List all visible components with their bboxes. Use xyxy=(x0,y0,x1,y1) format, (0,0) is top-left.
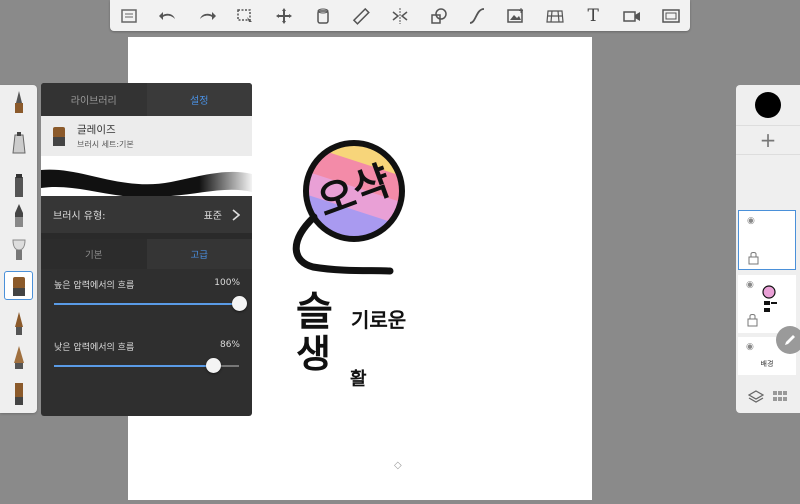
move-icon[interactable] xyxy=(269,3,299,29)
brush-watercolor-icon[interactable] xyxy=(4,234,33,263)
shape-icon[interactable] xyxy=(424,3,454,29)
chevron-right-icon xyxy=(232,208,240,221)
slider-fill xyxy=(54,303,239,305)
layer-thumbnail xyxy=(762,285,777,312)
grid-icon[interactable] xyxy=(772,390,788,404)
curve-icon[interactable] xyxy=(462,3,492,29)
color-swatch[interactable] xyxy=(755,92,781,118)
subtab-advanced[interactable]: 고급 xyxy=(146,239,252,269)
layer-item-1[interactable]: ◉ xyxy=(738,210,796,270)
add-layer-button[interactable]: + xyxy=(736,125,800,155)
bottom-handle-icon[interactable]: ◇ xyxy=(394,460,402,471)
brush-flat-icon[interactable] xyxy=(4,379,33,408)
brush-type-row[interactable]: 브러시 유형: 표준 xyxy=(41,196,252,233)
tab-settings[interactable]: 설정 xyxy=(146,83,252,116)
stroke-preview xyxy=(41,156,252,196)
redo-icon[interactable] xyxy=(192,3,222,29)
brush-name: 글레이즈 xyxy=(77,124,116,136)
background-label: 배경 xyxy=(760,360,774,368)
brush-strip xyxy=(0,85,37,413)
slider-label: 높은 압력에서의 흐름 xyxy=(54,281,135,291)
perspective-icon[interactable] xyxy=(540,3,570,29)
slider-value: 86% xyxy=(219,340,240,350)
lock-icon[interactable] xyxy=(747,251,761,265)
slider-thumb[interactable] xyxy=(232,296,247,311)
fill-icon[interactable] xyxy=(308,3,338,29)
eye-icon[interactable]: ◉ xyxy=(747,216,755,226)
settings-subtabs: 기본 고급 xyxy=(41,239,252,269)
layer-item-2[interactable]: ◉ xyxy=(738,275,796,333)
art-line2-big: 생 xyxy=(296,332,331,376)
brush-settings-panel: 라이브러리 설정 글레이즈 브러시 세트:기본 브러시 유형: 표준 기본 고급… xyxy=(41,83,252,416)
eye-icon[interactable]: ◉ xyxy=(746,342,754,352)
art-line1-big: 슬 xyxy=(296,289,333,335)
brush-set: 브러시 세트:기본 xyxy=(77,140,134,149)
symmetry-icon[interactable] xyxy=(385,3,415,29)
tab-library[interactable]: 라이브러리 xyxy=(41,83,147,116)
ruler-icon[interactable] xyxy=(346,3,376,29)
brush-pencil-icon[interactable] xyxy=(4,87,33,116)
art-line2-small: 활 xyxy=(350,369,367,390)
slider-thumb[interactable] xyxy=(206,358,222,373)
video-icon[interactable] xyxy=(617,3,647,29)
text-icon[interactable]: T xyxy=(578,3,608,29)
slider-track[interactable] xyxy=(54,296,247,311)
list-icon[interactable] xyxy=(114,3,144,29)
slider-value: 100% xyxy=(214,278,240,288)
panel-tabs: 라이브러리 설정 xyxy=(41,83,252,116)
brush-paint-icon[interactable] xyxy=(4,309,33,338)
brush-marker-icon[interactable] xyxy=(4,171,33,200)
glaze-brush-icon xyxy=(53,127,65,146)
brush-airbrush-icon[interactable] xyxy=(4,129,33,158)
current-brush-row[interactable]: 글레이즈 브러시 세트:기본 xyxy=(41,116,252,156)
slider-label: 낮은 압력에서의 흐름 xyxy=(54,343,135,353)
subtab-basic[interactable]: 기본 xyxy=(41,239,147,269)
pen-icon xyxy=(785,335,795,345)
art-line1-small: 기로운 xyxy=(351,308,406,332)
layer-panel: + ◉ ◉ ◉ 배경 xyxy=(736,85,800,413)
fullscreen-icon[interactable] xyxy=(656,3,686,29)
brush-ink-icon[interactable] xyxy=(4,201,33,230)
brush-glaze-icon[interactable] xyxy=(4,271,33,300)
undo-icon[interactable] xyxy=(153,3,183,29)
brush-oil-icon[interactable] xyxy=(4,343,33,372)
eye-icon[interactable]: ◉ xyxy=(746,280,754,290)
slider-high-pressure-flow: 높은 압력에서의 흐름 100% xyxy=(41,269,252,331)
slider-fill xyxy=(54,365,214,367)
slider-low-pressure-flow: 낮은 압력에서의 흐름 86% xyxy=(41,331,252,393)
layers-icon[interactable] xyxy=(748,390,764,404)
text-glyph: T xyxy=(587,5,599,26)
selection-icon[interactable] xyxy=(230,3,260,29)
brush-type-label: 브러시 유형: xyxy=(53,211,106,222)
brush-type-value: 표준 xyxy=(203,211,222,222)
slider-track[interactable] xyxy=(54,358,239,373)
top-toolbar: T xyxy=(110,0,690,31)
lock-icon[interactable] xyxy=(746,313,760,327)
edit-pen-button[interactable] xyxy=(776,326,800,354)
image-icon[interactable] xyxy=(501,3,531,29)
